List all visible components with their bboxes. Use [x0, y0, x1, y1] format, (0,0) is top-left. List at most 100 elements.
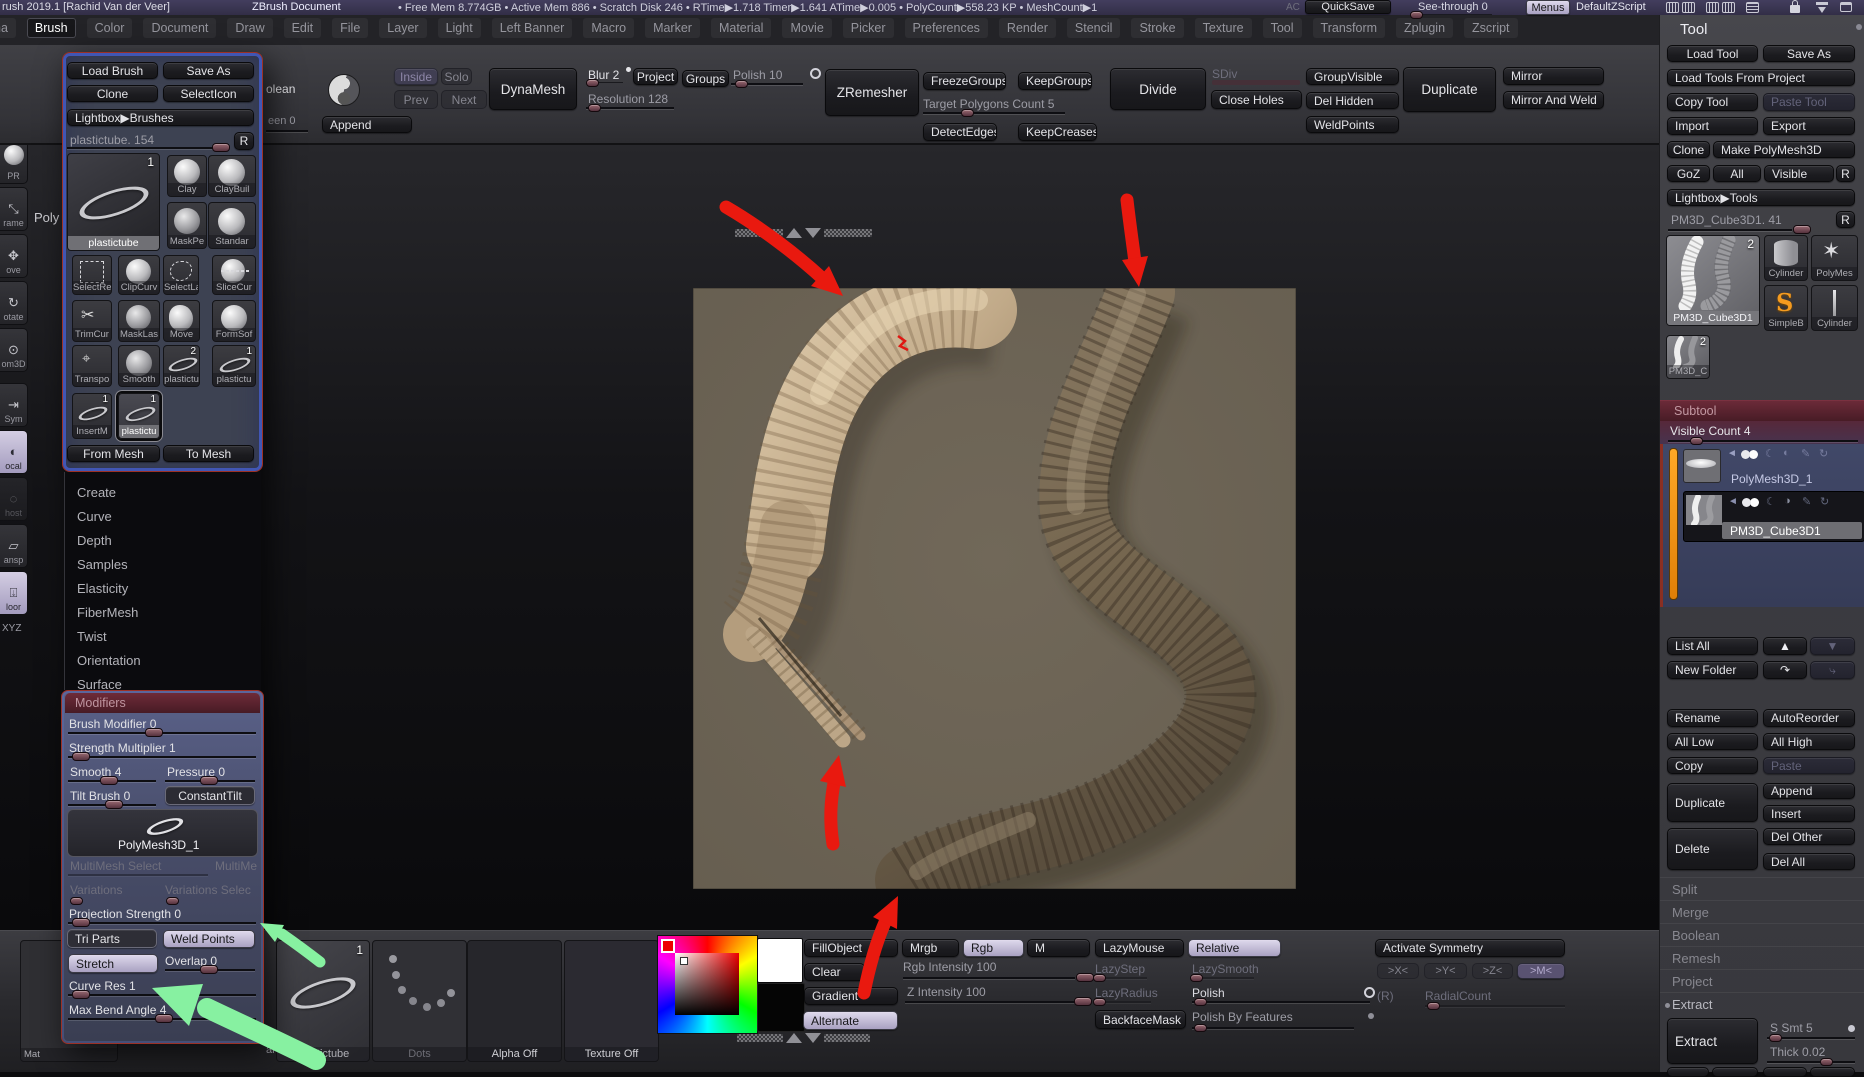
rgb-intensity-handle[interactable] [1076, 973, 1094, 982]
subtool-flip-icon[interactable]: ◄ [1727, 448, 1737, 459]
rgb-intensity-track[interactable] [903, 977, 1075, 979]
section-extract[interactable]: Extract [1660, 992, 1864, 1015]
symmetry-z-button[interactable]: >Z< [1472, 963, 1513, 979]
resolution-slider[interactable]: Resolution 128 [588, 92, 668, 106]
tool-thumb-simplebrush[interactable]: SSimpleB [1764, 285, 1808, 331]
activate-symmetry-button[interactable]: Activate Symmetry [1375, 939, 1565, 957]
divider-down-icon2[interactable] [805, 1033, 821, 1043]
brush-thumb-slicecurve[interactable]: SliceCur [212, 255, 256, 295]
brush-select-slider[interactable]: plastictube. 154 [70, 133, 154, 147]
polish-track2[interactable] [1192, 1001, 1370, 1003]
menu-document[interactable]: Document [143, 18, 216, 38]
max-bend-angle-slider[interactable]: Max Bend Angle 4 [69, 1003, 166, 1017]
visibility-eye-icon[interactable] [1742, 498, 1751, 507]
stroke-tile-dots[interactable]: Dots [372, 940, 467, 1062]
brush-select-track[interactable] [67, 147, 219, 149]
tray-right-icon[interactable] [1722, 2, 1735, 13]
select-icon-button[interactable]: SelectIcon [163, 85, 254, 102]
alpha-tile[interactable]: Alpha Off [467, 940, 562, 1062]
menu-stroke[interactable]: Stroke [1131, 18, 1183, 38]
visibility-eye-icon[interactable] [1741, 450, 1750, 459]
all-button[interactable]: All [1713, 165, 1761, 182]
s-smt-dot[interactable] [1848, 1025, 1855, 1032]
tool-save-as-button[interactable]: Save As [1763, 45, 1855, 62]
rename-button[interactable]: Rename [1667, 709, 1758, 727]
brush-thumb-clipcurve[interactable]: ClipCurv [118, 255, 160, 295]
menu-render[interactable]: Render [999, 18, 1056, 38]
menu-alpha-cropped[interactable]: ha [0, 18, 16, 38]
import-button[interactable]: Import [1667, 117, 1758, 135]
z-intensity-handle[interactable] [1074, 997, 1092, 1006]
menu-movie[interactable]: Movie [782, 18, 831, 38]
clear-button[interactable]: Clear [804, 963, 865, 981]
subtool-header[interactable]: Subtool [1660, 400, 1864, 421]
solo-button[interactable]: Solo [441, 68, 472, 85]
section-curve[interactable]: Curve [77, 509, 112, 524]
mirror-button[interactable]: Mirror [1503, 67, 1604, 85]
shelf-ghost-button[interactable]: ◌host [0, 477, 28, 521]
cropped-button-4[interactable] [1810, 1067, 1855, 1077]
brush-thumb-formsoft[interactable]: FormSof [212, 300, 256, 342]
menu-file[interactable]: File [332, 18, 368, 38]
project-button[interactable]: Project [633, 68, 678, 85]
z-intensity-track[interactable] [905, 1001, 1075, 1003]
screen-slider-fragment[interactable]: een 0 [268, 115, 296, 127]
tool-r-button[interactable]: R [1836, 165, 1855, 182]
strength-multiplier-track[interactable] [68, 756, 256, 758]
shelf-zoom3d-button[interactable]: ⊙om3D [0, 328, 28, 372]
del-hidden-button[interactable]: Del Hidden [1306, 92, 1399, 109]
tool-select-slider[interactable]: PM3D_Cube3D1. 41 [1671, 213, 1782, 227]
see-through-handle[interactable] [1410, 11, 1423, 19]
subtool-duplicate-button[interactable]: Duplicate [1667, 783, 1758, 822]
modifiers-header[interactable]: Modifiers [65, 693, 260, 713]
section-depth[interactable]: Depth [77, 533, 112, 548]
shelf-frame-button[interactable]: ⤡rame [0, 187, 28, 231]
section-split[interactable]: Split [1660, 877, 1864, 900]
mirror-and-weld-button[interactable]: Mirror And Weld [1503, 91, 1604, 109]
target-polygons-slider[interactable]: Target Polygons Count 5 [923, 97, 1054, 111]
section-boolean[interactable]: Boolean [1660, 923, 1864, 946]
move-to-folder-button[interactable]: ↷ [1763, 661, 1807, 679]
shelf-floor-button[interactable]: ⍗loor [0, 571, 28, 615]
keep-groups-button[interactable]: KeepGroups [1018, 72, 1092, 90]
brush-thumb-plastictube-selected[interactable]: 1plastictu [118, 393, 160, 439]
extract-button[interactable]: Extract [1667, 1018, 1758, 1064]
menu-tool[interactable]: Tool [1263, 18, 1302, 38]
moon-icon[interactable]: ☾ [1766, 495, 1776, 508]
autoreorder-button[interactable]: AutoReorder [1763, 709, 1855, 727]
keep-creases-button[interactable]: KeepCreases [1018, 123, 1097, 141]
section-orientation[interactable]: Orientation [77, 653, 141, 668]
menu-preferences[interactable]: Preferences [905, 18, 988, 38]
lightbox-brushes-button[interactable]: Lightbox▶Brushes [67, 109, 254, 126]
subtool-row-polymesh3d[interactable]: ◄ ☾ ◐ ✎ ↻ PolyMesh3D_1 [1683, 446, 1863, 490]
weld-points-button[interactable]: WeldPoints [1306, 116, 1399, 133]
menu-macro[interactable]: Macro [583, 18, 634, 38]
brush-thumb-selectrect[interactable]: SelectRe [72, 255, 112, 295]
section-fibermesh[interactable]: FiberMesh [77, 605, 138, 620]
brush-thumb-standard[interactable]: Standar [208, 202, 256, 249]
contrast-icon[interactable]: ◐ [1783, 447, 1790, 459]
shelf-transp-button[interactable]: ▱ansp [0, 524, 28, 568]
screen-slider-track[interactable] [266, 130, 308, 132]
weld-points-toggle[interactable]: Weld Points [163, 930, 255, 948]
resolution-handle[interactable] [588, 104, 601, 112]
divider-down-icon[interactable] [805, 228, 821, 238]
del-other-button[interactable]: Del Other [1763, 828, 1855, 845]
menu-material[interactable]: Material [711, 18, 771, 38]
copy-tool-button[interactable]: Copy Tool [1667, 93, 1758, 111]
thick-slider[interactable]: Thick 0.02 [1770, 1045, 1825, 1059]
secondary-color-swatch[interactable] [757, 983, 805, 1032]
tool-thumb-cylinder[interactable]: Cylinder [1764, 235, 1808, 281]
m-button[interactable]: M [1027, 939, 1090, 957]
polish-by-features-track[interactable] [1192, 1027, 1354, 1029]
default-zscript-button[interactable]: DefaultZScript [1576, 1, 1646, 13]
dynamesh-button[interactable]: DynaMesh [489, 68, 577, 110]
visible-count-handle[interactable] [1690, 437, 1703, 445]
brush-thumb-masklasso[interactable]: MaskLas [118, 300, 160, 342]
close-holes-button[interactable]: Close Holes [1211, 90, 1302, 109]
paintbrush-icon[interactable]: ✎ [1801, 447, 1810, 460]
tool-clone-button[interactable]: Clone [1667, 141, 1710, 158]
primary-color-swatch[interactable] [757, 938, 803, 983]
target-polygons-handle[interactable] [961, 109, 974, 117]
tool-thumb-cylinder-thin[interactable]: Cylinder [1811, 285, 1858, 331]
